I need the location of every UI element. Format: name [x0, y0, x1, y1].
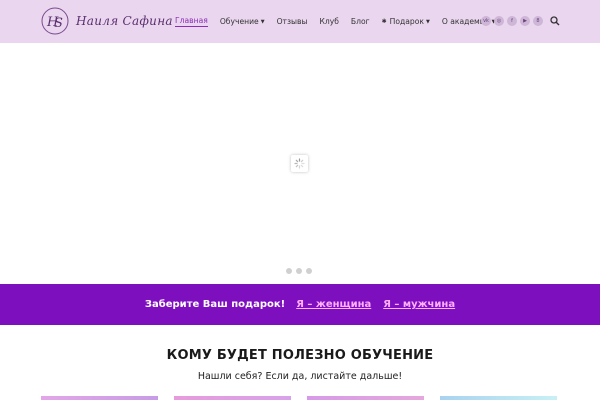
nav-item-label: Отзывы — [276, 17, 308, 26]
audience-card[interactable] — [307, 396, 424, 400]
nav-item-reviews[interactable]: Отзывы — [277, 17, 308, 26]
nav-item-blog[interactable]: Блог — [351, 17, 370, 26]
gift-link-female[interactable]: Я – женщина — [296, 299, 371, 310]
chevron-down-icon: ▼ — [425, 18, 430, 25]
nav-item-label: Главная — [175, 16, 208, 25]
instagram-icon[interactable]: ◎ — [494, 16, 504, 26]
odnoklassniki-icon[interactable]: 8 — [533, 16, 543, 26]
logo-monogram-icon: H S — [41, 7, 69, 35]
audience-card[interactable] — [440, 396, 557, 400]
nav-item-label: Обучение — [219, 17, 259, 26]
nav-item-gift[interactable]: ✱ Подарок ▼ — [382, 17, 430, 26]
slider-dot[interactable] — [286, 268, 292, 274]
slider-pagination — [286, 268, 316, 274]
nav-item-label: Подарок — [389, 17, 424, 26]
nav-item-training[interactable]: Обучение ▼ — [220, 17, 265, 26]
main-nav: Главная Обучение ▼ Отзывы Клуб Блог ✱ По… — [175, 0, 508, 43]
site-header: H S Наиля Сафина Главная Обучение ▼ Отзы… — [0, 0, 600, 43]
audience-card[interactable] — [174, 396, 291, 400]
section-subtitle: Нашли себя? Если да, листайте дальше! — [197, 371, 403, 382]
audience-card[interactable] — [41, 396, 158, 400]
audience-cards — [41, 396, 573, 400]
logo[interactable]: H S Наиля Сафина — [40, 6, 173, 36]
youtube-icon[interactable]: ▶ — [520, 16, 530, 26]
gift-banner: Заберите Ваш подарок! Я – женщина Я – му… — [0, 284, 600, 325]
nav-item-club[interactable]: Клуб — [319, 17, 338, 26]
gift-banner-text: Заберите Ваш подарок! — [144, 299, 286, 310]
social-links: vk ◎ f ▶ 8 — [481, 16, 546, 26]
nav-item-label: Клуб — [319, 17, 339, 26]
facebook-icon[interactable]: f — [507, 16, 517, 26]
gift-link-male[interactable]: Я – мужчина — [383, 299, 455, 310]
vk-icon[interactable]: vk — [481, 16, 491, 26]
section-title: КОМУ БУДЕТ ПОЛЕЗНО ОБУЧЕНИЕ — [166, 348, 434, 363]
slider-dot[interactable] — [306, 268, 312, 274]
search-icon[interactable] — [550, 16, 560, 26]
slider-dot[interactable] — [296, 268, 302, 274]
loading-spinner-icon — [291, 155, 308, 172]
nav-item-home[interactable]: Главная — [175, 16, 208, 27]
nav-item-label: Блог — [350, 17, 370, 26]
logo-text: Наиля Сафина — [76, 14, 173, 28]
svg-text:S: S — [54, 16, 63, 31]
chevron-down-icon: ▼ — [260, 18, 265, 25]
gift-icon: ✱ — [381, 18, 387, 25]
